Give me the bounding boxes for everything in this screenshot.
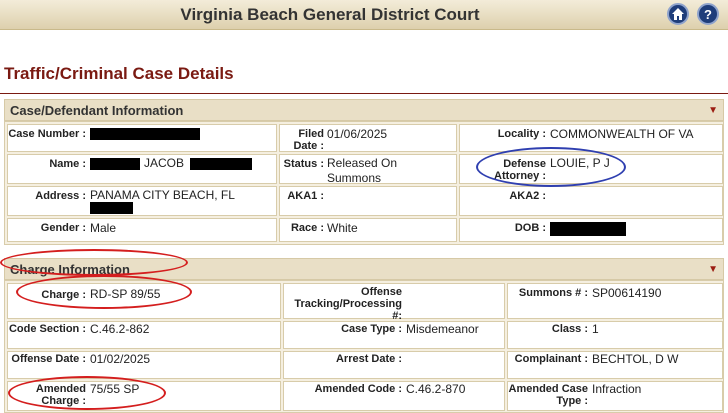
amended-case-type-value: Infraction (592, 382, 642, 396)
case-defendant-section-header[interactable]: Case/Defendant Information ▼ (4, 99, 724, 121)
dob-label: DOB : (514, 222, 546, 234)
filed-date-value: 01/06/2025 (327, 127, 388, 141)
offense-date-label: Offense Date : (11, 353, 86, 365)
class-value: 1 (592, 322, 599, 336)
summons-cell: Summons # : SP00614190 (507, 283, 723, 319)
status-label: Status : (283, 158, 324, 170)
race-cell: Race : White (279, 218, 457, 242)
summons-label: Summons # : (518, 287, 588, 299)
court-name: Virginia Beach General District Court (180, 5, 480, 24)
race-label: Race : (290, 222, 324, 234)
offense-tracking-cell: Offense Tracking/Processing #: (283, 283, 505, 322)
amended-charge-label: Amended Charge : (35, 383, 86, 407)
class-label: Class : (551, 323, 588, 335)
code-section-cell: Code Section : C.46.2-862 (7, 321, 281, 349)
class-cell: Class : 1 (507, 321, 723, 349)
locality-value: COMMONWEALTH OF VA (550, 127, 694, 141)
gender-cell: Gender : Male (7, 218, 277, 242)
name-value: JACOB (144, 156, 185, 170)
offense-date-cell: Offense Date : 01/02/2025 (7, 351, 281, 379)
amended-charge-cell: Amended Charge : 75/55 SP (7, 381, 281, 411)
name-cell: Name : JACOB (7, 154, 277, 184)
amended-charge-value: 75/55 SP (90, 382, 140, 396)
redacted-dob (550, 222, 626, 236)
amended-code-label: Amended Code : (314, 383, 402, 395)
home-icon[interactable] (667, 3, 689, 25)
defense-attorney-label: Defense Attorney : (494, 158, 546, 182)
gender-label: Gender : (40, 222, 86, 234)
filed-date-cell: Filed Date : 01/06/2025 (279, 124, 457, 152)
case-number-cell: Case Number : (7, 124, 277, 152)
collapse-caret-icon[interactable]: ▼ (708, 105, 718, 116)
charge-cell: Charge : RD-SP 89/55 (7, 283, 281, 319)
redacted-last-name (190, 158, 252, 170)
address-cell: Address : PANAMA CITY BEACH, FL (7, 186, 277, 216)
charge-section-header[interactable]: Charge Information ▼ (4, 258, 724, 280)
arrest-date-cell: Arrest Date : (283, 351, 505, 379)
amended-code-value: C.46.2-870 (406, 382, 466, 396)
help-icon[interactable]: ? (697, 3, 719, 25)
complainant-cell: Complainant : BECHTOL, D W (507, 351, 723, 379)
complainant-label: Complainant : (514, 353, 588, 365)
code-section-value: C.46.2-862 (90, 322, 150, 336)
defense-attorney-value: LOUIE, P J (550, 156, 610, 170)
redacted-case-number (90, 128, 200, 140)
section-title: Case/Defendant Information (10, 103, 184, 118)
amended-case-type-label: Amended Case Type : (508, 383, 588, 407)
defense-attorney-cell: Defense Attorney : LOUIE, P J (459, 154, 723, 184)
dob-cell: DOB : (459, 218, 723, 242)
page-title: Traffic/Criminal Case Details (4, 64, 234, 83)
aka1-cell: AKA1 : (279, 186, 457, 216)
locality-cell: Locality : COMMONWEALTH OF VA (459, 124, 723, 152)
top-header-bar: Virginia Beach General District Court ? (0, 0, 728, 30)
arrest-date-label: Arrest Date : (335, 353, 402, 365)
offense-date-value: 01/02/2025 (90, 352, 151, 366)
case-number-label: Case Number : (8, 128, 86, 140)
case-type-label: Case Type : (341, 323, 402, 335)
amended-code-cell: Amended Code : C.46.2-870 (283, 381, 505, 411)
filed-date-label: Filed Date : (293, 128, 324, 152)
offense-tracking-label: Offense Tracking/Processing #: (294, 286, 402, 322)
complainant-value: BECHTOL, D W (592, 352, 679, 366)
status-cell: Status : Released On Summons (279, 154, 457, 185)
aka1-label: AKA1 : (287, 190, 324, 202)
section-title: Charge Information (10, 262, 130, 277)
title-divider (0, 93, 728, 94)
charge-label: Charge : (41, 289, 86, 301)
summons-value: SP00614190 (592, 286, 662, 300)
aka2-label: AKA2 : (509, 190, 546, 202)
redacted-street-address (90, 202, 133, 214)
address-label: Address : (35, 190, 86, 202)
case-type-cell: Case Type : Misdemeanor (283, 321, 505, 349)
collapse-caret-icon[interactable]: ▼ (708, 264, 718, 275)
locality-label: Locality : (497, 128, 546, 140)
address-value: PANAMA CITY BEACH, FL (90, 188, 235, 202)
name-label: Name : (49, 158, 86, 170)
status-value: Released On Summons (327, 156, 398, 185)
race-value: White (327, 221, 358, 235)
charge-panel: Charge : RD-SP 89/55 Offense Tracking/Pr… (4, 280, 724, 413)
code-section-label: Code Section : (8, 323, 86, 335)
charge-value: RD-SP 89/55 (90, 287, 161, 301)
aka2-cell: AKA2 : (459, 186, 723, 216)
amended-case-type-cell: Amended Case Type : Infraction (507, 381, 723, 411)
gender-value: Male (90, 221, 117, 235)
case-defendant-panel: Case Number : Filed Date : 01/06/2025 Lo… (4, 121, 724, 245)
redacted-first-name (90, 158, 140, 170)
case-type-value: Misdemeanor (406, 322, 479, 336)
